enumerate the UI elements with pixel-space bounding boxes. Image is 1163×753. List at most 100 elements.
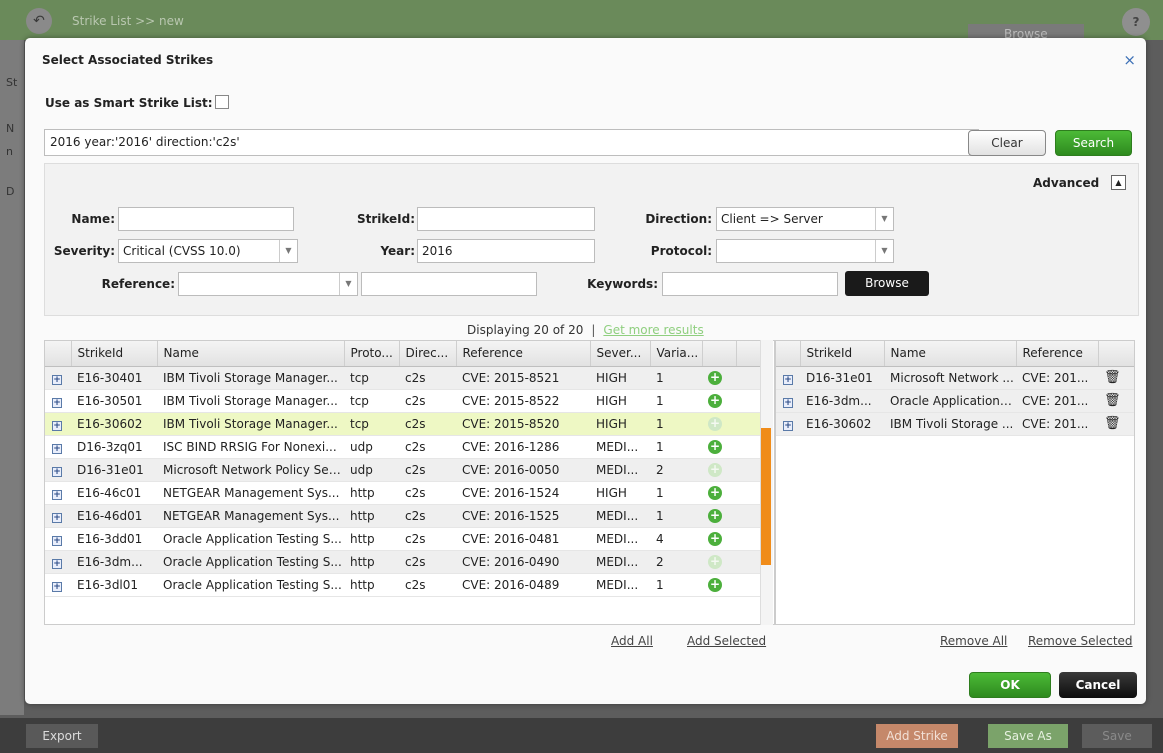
results-scroll-thumb[interactable] (761, 428, 771, 565)
export-button[interactable]: Export (26, 724, 98, 748)
table-row[interactable]: + E16-3dm... Oracle Application ... CVE: 20… (776, 389, 1134, 413)
chevron-down-icon: ▼ (875, 240, 893, 262)
trash-icon[interactable]: 🗑 (1104, 393, 1121, 408)
help-icon[interactable]: ? (1122, 8, 1150, 36)
remove-selected-link[interactable]: Remove Selected (1028, 634, 1133, 648)
col-protocol[interactable]: Proto... (344, 341, 400, 367)
expand-cell[interactable]: + (776, 389, 800, 413)
expand-icon[interactable]: + (52, 558, 62, 569)
expand-icon[interactable]: + (52, 397, 62, 408)
expand-icon[interactable]: + (783, 374, 793, 385)
expand-cell[interactable]: + (45, 435, 71, 459)
add-all-link[interactable]: Add All (611, 634, 653, 648)
trash-icon[interactable]: 🗑 (1104, 416, 1121, 431)
remove-cell: 🗑 (1098, 412, 1134, 436)
strikeid-input[interactable] (417, 207, 595, 231)
expand-icon[interactable]: + (52, 466, 62, 477)
expand-cell[interactable]: + (45, 481, 71, 505)
expand-cell[interactable]: + (45, 504, 71, 528)
add-selected-link[interactable]: Add Selected (687, 634, 766, 648)
reference-select[interactable]: ▼ (178, 272, 358, 296)
table-row[interactable]: + E16-3dl01 Oracle Application Testing S..… (45, 573, 761, 597)
col-direction[interactable]: Direc... (399, 341, 457, 367)
expand-cell[interactable]: + (45, 458, 71, 482)
col-strikeid[interactable]: StrikeId (71, 341, 158, 367)
expand-icon[interactable]: + (52, 420, 62, 431)
browse-button[interactable]: Browse (845, 271, 929, 296)
expand-icon[interactable]: + (52, 581, 62, 592)
expand-icon[interactable]: + (52, 489, 62, 500)
direction-select[interactable]: Client => Server ▼ (716, 207, 894, 231)
add-cell: + (702, 504, 736, 528)
smart-list-checkbox[interactable] (215, 95, 229, 109)
col-reference[interactable]: Reference (1016, 341, 1099, 367)
add-icon[interactable]: + (708, 463, 722, 477)
expand-cell[interactable]: + (776, 412, 800, 436)
ok-button[interactable]: OK (969, 672, 1051, 698)
expand-cell[interactable]: + (45, 550, 71, 574)
search-button[interactable]: Search (1055, 130, 1132, 156)
protocol-select[interactable]: ▼ (716, 239, 894, 263)
severity-value: Critical (CVSS 10.0) (123, 244, 241, 258)
add-icon[interactable]: + (708, 440, 722, 454)
expand-cell[interactable]: + (45, 527, 71, 551)
col-strikeid[interactable]: StrikeId (800, 341, 885, 367)
collapse-icon[interactable]: ▲ (1111, 175, 1126, 190)
protocol-cell: http (344, 481, 399, 505)
add-icon[interactable]: + (708, 509, 722, 523)
col-name[interactable]: Name (884, 341, 1017, 367)
save-as-button[interactable]: Save As (988, 724, 1068, 748)
add-icon[interactable]: + (708, 532, 722, 546)
table-row[interactable]: + E16-30501 IBM Tivoli Storage Manager... t… (45, 389, 761, 413)
severity-select[interactable]: Critical (CVSS 10.0) ▼ (118, 239, 298, 263)
col-reference[interactable]: Reference (456, 341, 591, 367)
expand-cell[interactable]: + (45, 412, 71, 436)
expand-cell[interactable]: + (776, 366, 800, 390)
table-row[interactable]: + E16-46c01 NETGEAR Management Sys... http c… (45, 481, 761, 505)
search-query-input[interactable]: 2016 year:'2016' direction:'c2s' (44, 129, 979, 156)
back-icon[interactable]: ↶ (26, 8, 52, 34)
add-icon[interactable]: + (708, 578, 722, 592)
keywords-input[interactable] (662, 272, 838, 296)
expand-icon[interactable]: + (52, 512, 62, 523)
add-strike-button[interactable]: Add Strike (876, 724, 958, 748)
col-name[interactable]: Name (157, 341, 345, 367)
col-variants[interactable]: Varia... (650, 341, 703, 367)
name-cell: IBM Tivoli Storage Manager... (157, 412, 344, 436)
close-icon[interactable]: × (1123, 51, 1136, 69)
expand-icon[interactable]: + (52, 535, 62, 546)
get-more-results-link[interactable]: Get more results (603, 323, 703, 337)
col-severity[interactable]: Sever... (590, 341, 651, 367)
expand-cell[interactable]: + (45, 573, 71, 597)
expand-icon[interactable]: + (783, 397, 793, 408)
table-row[interactable]: + E16-30401 IBM Tivoli Storage Manager... t… (45, 366, 761, 390)
remove-all-link[interactable]: Remove All (940, 634, 1007, 648)
expand-cell[interactable]: + (45, 389, 71, 413)
expand-cell[interactable]: + (45, 366, 71, 390)
table-row[interactable]: + E16-30602 IBM Tivoli Storage ... CVE: 201… (776, 412, 1134, 436)
table-row[interactable]: + D16-31e01 Microsoft Network Policy Ser..… (45, 458, 761, 482)
add-icon[interactable]: + (708, 394, 722, 408)
table-row[interactable]: + E16-30602 IBM Tivoli Storage Manager... t… (45, 412, 761, 436)
add-icon[interactable]: + (708, 417, 722, 431)
expand-icon[interactable]: + (52, 443, 62, 454)
year-input[interactable]: 2016 (417, 239, 595, 263)
reference-input[interactable] (361, 272, 537, 296)
advanced-label[interactable]: Advanced (1033, 176, 1099, 190)
add-icon[interactable]: + (708, 371, 722, 385)
expand-icon[interactable]: + (52, 374, 62, 385)
add-cell: + (702, 412, 736, 436)
save-button[interactable]: Save (1082, 724, 1152, 748)
clear-button[interactable]: Clear (968, 130, 1046, 156)
add-icon[interactable]: + (708, 486, 722, 500)
table-row[interactable]: + E16-3dm... Oracle Application Testing S.… (45, 550, 761, 574)
cancel-button[interactable]: Cancel (1059, 672, 1137, 698)
expand-icon[interactable]: + (783, 420, 793, 431)
name-input[interactable] (118, 207, 294, 231)
add-icon[interactable]: + (708, 555, 722, 569)
table-row[interactable]: + E16-3dd01 Oracle Application Testing S..… (45, 527, 761, 551)
table-row[interactable]: + E16-46d01 NETGEAR Management Sys... http c… (45, 504, 761, 528)
table-row[interactable]: + D16-3zq01 ISC BIND RRSIG For Nonexi... ud… (45, 435, 761, 459)
trash-icon[interactable]: 🗑 (1104, 370, 1121, 385)
table-row[interactable]: + D16-31e01 Microsoft Network ... CVE: 201.… (776, 366, 1134, 390)
